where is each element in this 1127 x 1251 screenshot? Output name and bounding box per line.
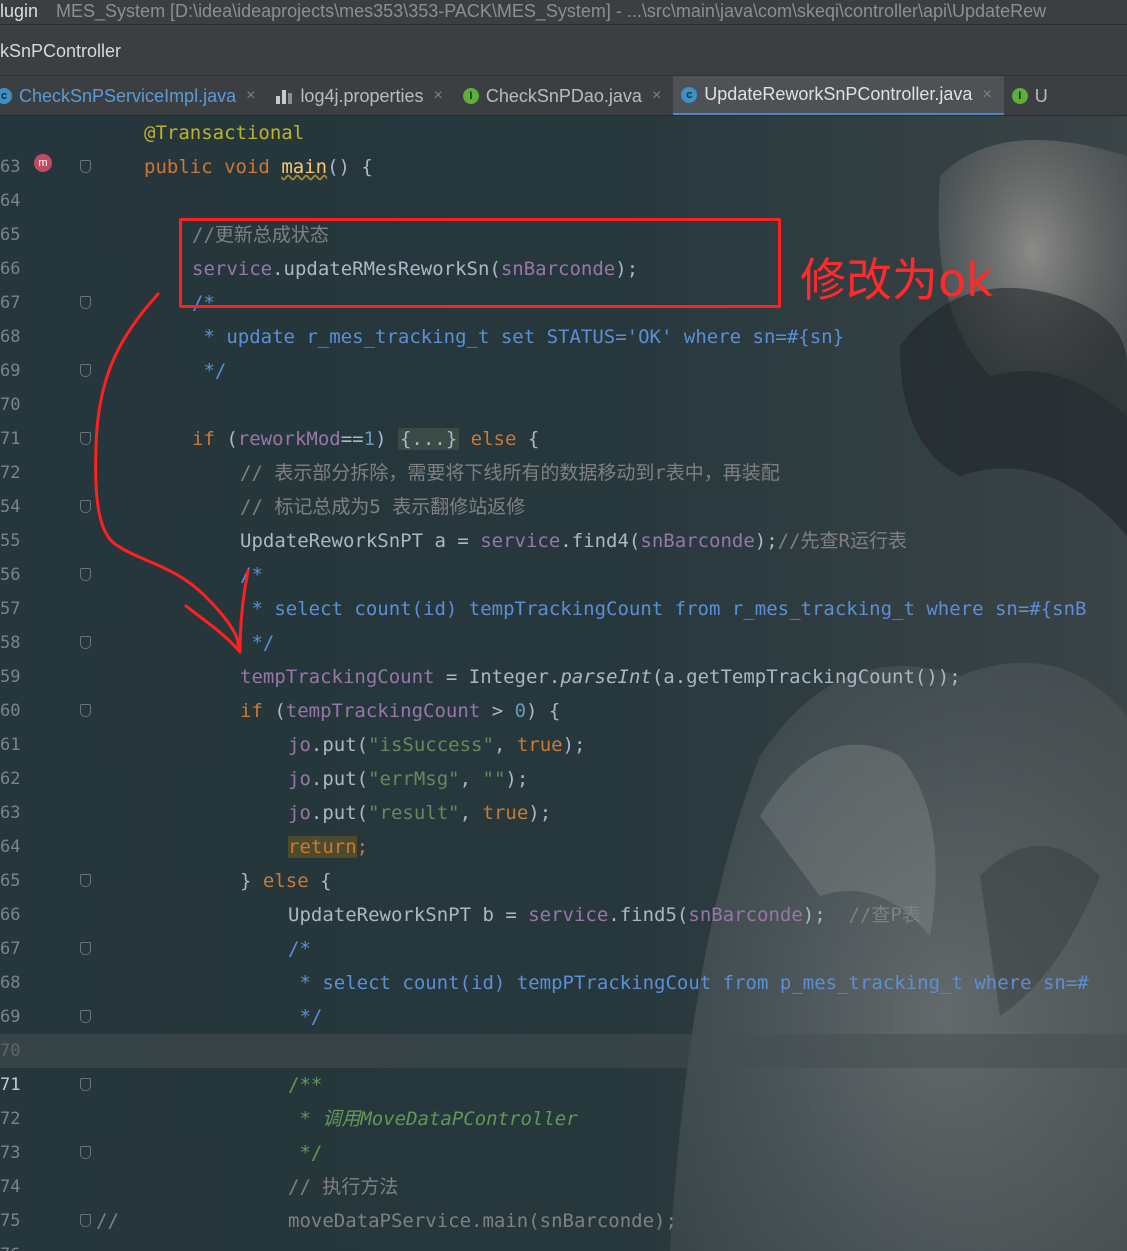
close-icon[interactable]: × [246, 87, 255, 105]
interface-icon: I [462, 88, 479, 104]
properties-icon [275, 88, 293, 104]
title-bar: lugin MES_System [D:\idea\ideaprojects\me… [0, 0, 1127, 24]
editor-tab-bar: c CheckSnPServiceImpl.java × log4j.prope… [0, 76, 1127, 116]
breadcrumb-class[interactable]: kSnPController [0, 41, 121, 61]
code-editor[interactable]: 63 @Transactional 64 m public void main(… [0, 116, 1127, 1251]
close-icon[interactable]: × [434, 87, 443, 105]
red-arrow-annotation [94, 292, 250, 654]
title-plugin-fragment: lugin [0, 1, 39, 21]
close-icon[interactable]: × [652, 87, 661, 105]
tab-truncated[interactable]: I U [1004, 76, 1060, 115]
tab-label: log4j.properties [300, 85, 424, 106]
class-icon: c [681, 86, 698, 103]
tab-updatereworksnpcontroller[interactable]: c UpdateReworkSnPController.java × [673, 76, 1004, 115]
tab-label: CheckSnPServiceImpl.java [19, 85, 237, 106]
tab-checksnpdao[interactable]: I CheckSnPDao.java × [455, 76, 673, 115]
tab-label: U [1034, 85, 1048, 106]
window-title: MES_System [D:\idea\ideaprojects\mes353\… [56, 1, 1047, 21]
tab-checksnpserviceimpl[interactable]: c CheckSnPServiceImpl.java × [0, 76, 267, 115]
tab-log4j-properties[interactable]: log4j.properties × [267, 76, 454, 115]
tab-label: UpdateReworkSnPController.java [704, 84, 973, 104]
interface-icon: I [1011, 88, 1028, 104]
tab-label: CheckSnPDao.java [485, 85, 642, 106]
class-icon: c [0, 88, 12, 104]
navigation-breadcrumb[interactable]: kSnPController [0, 24, 1127, 76]
close-icon[interactable]: × [982, 86, 991, 104]
